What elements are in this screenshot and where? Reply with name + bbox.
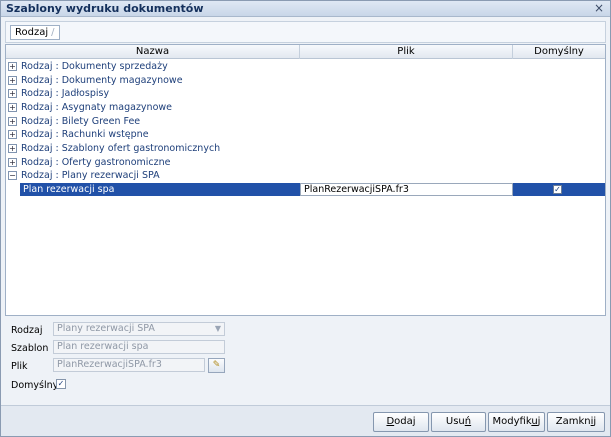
cell-file-editor[interactable]: PlanRezerwacjiSPA.fr3 [300, 183, 513, 196]
group-chip-rodzaj[interactable]: Rodzaj / [10, 25, 60, 40]
group-chip-label: Rodzaj [15, 27, 49, 38]
delete-button[interactable]: Usuń [431, 412, 486, 432]
chevron-down-icon[interactable]: ▼ [215, 323, 221, 335]
table-row-selected[interactable]: Plan rezerwacji spa PlanRezerwacjiSPA.fr… [20, 183, 605, 196]
group-row[interactable]: + Rodzaj : Oferty gastronomiczne [6, 156, 605, 169]
domyslny-label: Domyślny [11, 380, 59, 391]
plik-value: PlanRezerwacjiSPA.fr3 [57, 359, 162, 370]
button-bar: Dodaj Usuń Modyfikuj Zamknij [1, 405, 610, 436]
expand-icon[interactable]: + [8, 117, 17, 126]
collapse-icon[interactable]: − [8, 171, 17, 180]
browse-file-button[interactable]: ✎ [208, 358, 225, 373]
expand-icon[interactable]: + [8, 144, 17, 153]
rodzaj-select[interactable]: Plany rezerwacji SPA ▼ [53, 322, 225, 336]
szablon-label: Szablon [11, 343, 49, 354]
expand-icon[interactable]: + [8, 76, 17, 85]
group-row-label: Rodzaj : Bilety Green Fee [21, 116, 141, 127]
domyslny-checkbox[interactable]: ✓ [56, 379, 66, 389]
expand-icon[interactable]: + [8, 130, 17, 139]
group-row-label: Rodzaj : Szablony ofert gastronomicznych [21, 143, 221, 154]
cell-name[interactable]: Plan rezerwacji spa [20, 183, 300, 196]
group-row-label: Rodzaj : Dokumenty sprzedaży [21, 61, 168, 72]
group-row[interactable]: + Rodzaj : Asygnaty magazynowe [6, 101, 605, 114]
templates-window: Szablony wydruku dokumentów × Rodzaj / Na… [0, 0, 611, 437]
close-icon[interactable]: × [594, 1, 604, 15]
column-header-file[interactable]: Plik [300, 45, 513, 59]
expand-icon[interactable]: + [8, 62, 17, 71]
rodzaj-label: Rodzaj [11, 325, 43, 336]
column-header-name[interactable]: Nazwa [6, 45, 300, 59]
title-bar: Szablony wydruku dokumentów × [1, 1, 610, 17]
szablon-value: Plan rezerwacji spa [57, 341, 149, 352]
group-row-label: Rodzaj : Asygnaty magazynowe [21, 102, 172, 113]
rodzaj-value: Plany rezerwacji SPA [57, 323, 155, 334]
expand-icon[interactable]: + [8, 103, 17, 112]
group-row[interactable]: + Rodzaj : Szablony ofert gastronomiczny… [6, 142, 605, 155]
add-button[interactable]: Dodaj [373, 412, 429, 432]
group-row[interactable]: + Rodzaj : Dokumenty magazynowe [6, 74, 605, 87]
group-row-label: Rodzaj : Oferty gastronomiczne [21, 157, 171, 168]
group-by-panel: Rodzaj / [5, 21, 606, 43]
sort-arrow-icon: / [51, 27, 55, 38]
group-row-label: Rodzaj : Jadłospisy [21, 88, 110, 99]
group-row[interactable]: + Rodzaj : Bilety Green Fee [6, 115, 605, 128]
default-checkbox[interactable]: ✓ [553, 185, 562, 194]
plik-field[interactable]: PlanRezerwacjiSPA.fr3 [53, 358, 205, 372]
templates-grid: Nazwa Plik Domyślny + Rodzaj : Dokumenty… [5, 44, 606, 316]
close-button[interactable]: Zamknij [547, 412, 605, 432]
group-row-label: Rodzaj : Rachunki wstępne [21, 129, 149, 140]
window-title: Szablony wydruku dokumentów [6, 2, 204, 15]
szablon-field[interactable]: Plan rezerwacji spa [53, 340, 225, 354]
group-row[interactable]: − Rodzaj : Plany rezerwacji SPA [6, 169, 605, 182]
group-row[interactable]: + Rodzaj : Rachunki wstępne [6, 128, 605, 141]
grid-header: Nazwa Plik Domyślny [6, 45, 605, 59]
group-row[interactable]: + Rodzaj : Dokumenty sprzedaży [6, 60, 605, 73]
expand-icon[interactable]: + [8, 158, 17, 167]
plik-label: Plik [11, 361, 28, 372]
column-header-default[interactable]: Domyślny [513, 45, 605, 59]
edit-icon: ✎ [212, 360, 221, 370]
group-row-label: Rodzaj : Dokumenty magazynowe [21, 75, 183, 86]
group-row[interactable]: + Rodzaj : Jadłospisy [6, 87, 605, 100]
group-row-label: Rodzaj : Plany rezerwacji SPA [21, 170, 160, 181]
modify-button[interactable]: Modyfikuj [488, 412, 545, 432]
expand-icon[interactable]: + [8, 89, 17, 98]
cell-default[interactable]: ✓ [513, 183, 605, 196]
